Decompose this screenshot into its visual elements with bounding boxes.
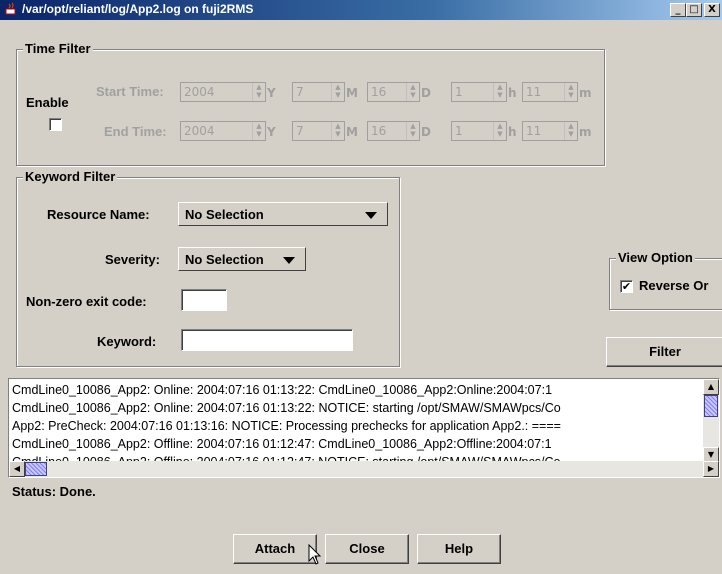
end-day-unit: D — [421, 125, 431, 139]
horizontal-scroll-thumb[interactable] — [25, 462, 47, 476]
scroll-left-icon[interactable]: ◀ — [9, 461, 25, 477]
scroll-right-icon[interactable]: ▶ — [703, 461, 719, 477]
chevron-down-icon — [365, 212, 377, 219]
horizontal-scrollbar[interactable]: ◀ ▶ — [9, 461, 719, 477]
start-month-spinner[interactable]: 7 ▲ ▼ — [292, 82, 345, 102]
resource-name-combo[interactable]: No Selection — [178, 202, 388, 226]
resource-name-label: Resource Name: — [47, 207, 150, 222]
log-line: CmdLine0_10086_App2: Online: 2004:07:16 … — [12, 401, 561, 415]
scroll-up-icon[interactable]: ▲ — [703, 379, 719, 395]
java-icon — [5, 2, 16, 15]
attach-button[interactable]: Attach — [233, 534, 317, 564]
start-time-label: Start Time: — [96, 84, 164, 99]
severity-label: Severity: — [105, 252, 160, 267]
chevron-down-icon — [283, 257, 295, 264]
reverse-order-checkbox[interactable]: ✔ — [620, 280, 633, 293]
start-month-unit: M — [346, 86, 358, 100]
end-month-unit: M — [346, 125, 358, 139]
view-option-legend: View Option — [616, 250, 695, 265]
start-year-unit: Y — [267, 86, 276, 100]
filter-button[interactable]: Filter — [606, 337, 722, 367]
start-hour-spinner[interactable]: 1 ▲ ▼ — [451, 82, 507, 102]
maximize-button[interactable]: □ — [686, 3, 702, 17]
keyword-filter-legend: Keyword Filter — [23, 169, 118, 184]
log-text-area: CmdLine0_10086_App2: Online: 2004:07:16 … — [8, 378, 720, 478]
severity-combo[interactable]: No Selection — [178, 247, 306, 271]
end-hour-unit: h — [508, 125, 517, 139]
log-line: App2: PreCheck: 2004:07:16 01:13:16: NOT… — [12, 419, 561, 433]
end-minute-spinner[interactable]: 11 ▲ ▼ — [522, 121, 578, 141]
start-day-spinner[interactable]: 16 ▲ ▼ — [367, 82, 420, 102]
end-year-spinner[interactable]: 2004 ▲ ▼ — [180, 121, 266, 141]
help-button[interactable]: Help — [417, 534, 501, 564]
end-year-unit: Y — [267, 125, 276, 139]
start-minute-unit: m — [579, 86, 592, 100]
mouse-pointer-icon — [308, 544, 322, 565]
end-time-label: End Time: — [104, 124, 167, 139]
keyword-input[interactable] — [181, 329, 353, 351]
time-filter-legend: Time Filter — [23, 41, 93, 56]
window-title: /var/opt/reliant/log/App2.log on fuji2RM… — [22, 2, 254, 16]
exit-code-input[interactable] — [181, 289, 227, 311]
end-hour-spinner[interactable]: 1 ▲ ▼ — [451, 121, 507, 141]
time-filter-group: Time Filter — [16, 41, 605, 166]
status-text: Status: Done. — [12, 484, 96, 499]
title-bar: /var/opt/reliant/log/App2.log on fuji2RM… — [0, 0, 722, 20]
log-line: CmdLine0_10086_App2: Online: 2004:07:16 … — [12, 383, 553, 397]
enable-label: Enable — [26, 95, 69, 110]
enable-checkbox[interactable] — [49, 118, 62, 131]
minimize-button[interactable]: _ — [670, 3, 686, 17]
reverse-order-label: Reverse Or — [639, 278, 709, 293]
end-month-spinner[interactable]: 7 ▲ ▼ — [292, 121, 345, 141]
vertical-scroll-thumb[interactable] — [704, 395, 718, 417]
keyword-label: Keyword: — [97, 334, 157, 349]
start-minute-spinner[interactable]: 11 ▲ ▼ — [522, 82, 578, 102]
end-minute-unit: m — [579, 125, 592, 139]
exit-code-label: Non-zero exit code: — [26, 294, 147, 309]
start-year-spinner[interactable]: 2004 ▲ ▼ — [180, 82, 266, 102]
close-button[interactable]: Close — [325, 534, 409, 564]
start-hour-unit: h — [508, 86, 517, 100]
close-window-button[interactable]: X — [704, 3, 720, 17]
start-day-unit: D — [421, 86, 431, 100]
vertical-scrollbar[interactable]: ▲ ▼ — [703, 379, 719, 463]
log-line: CmdLine0_10086_App2: Offline: 2004:07:16… — [12, 437, 552, 451]
end-day-spinner[interactable]: 16 ▲ ▼ — [367, 121, 420, 141]
